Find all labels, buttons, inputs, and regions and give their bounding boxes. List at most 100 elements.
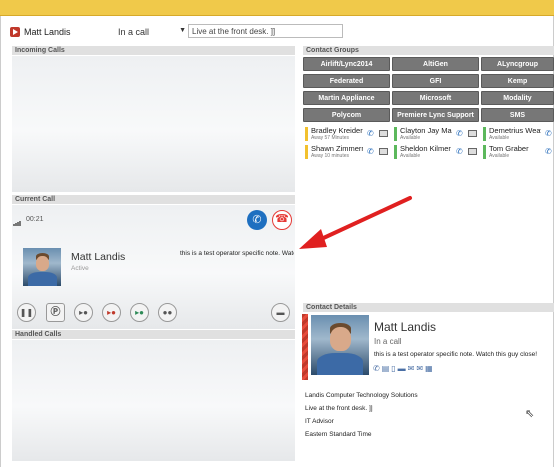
contact-group-button[interactable]: AltiGen [392, 57, 479, 71]
contact-location: Live at the front desk. ]] [305, 405, 373, 412]
contact-status: In a call [374, 337, 402, 346]
calendar-icon[interactable]: ▦ [425, 364, 435, 373]
contact-card[interactable]: Bradley Kreider Away 57 Minutes ✆ [305, 126, 393, 142]
contact-card[interactable]: Clayton Jay MartinAvailable ✆ [394, 126, 482, 142]
contact-card-icon[interactable] [468, 130, 477, 137]
mouse-cursor-icon: ⇖ [525, 408, 535, 420]
status-play-icon[interactable] [10, 27, 20, 37]
call-timer: 00:21 [26, 216, 44, 223]
contact-group-button[interactable]: ALyncgroup [481, 57, 554, 71]
caller-note: this is a test operator specific note. W… [180, 250, 294, 257]
transfer-icon: ▸● [79, 308, 88, 317]
phone-icon[interactable]: ✆ [367, 147, 374, 156]
contact-groups-title: Contact Groups [303, 46, 554, 55]
contact-group-button[interactable]: Martin Appliance [303, 91, 390, 105]
contact-group-button[interactable]: GFI [392, 74, 479, 88]
consult-transfer-button[interactable]: ▸● [130, 303, 149, 322]
contact-group-button[interactable]: SMS [481, 108, 554, 122]
personal-note-input[interactable] [188, 24, 343, 38]
contact-group-button[interactable]: Polycom [303, 108, 390, 122]
transfer-voicemail-icon: ▸● [107, 308, 116, 317]
contact-card-status: Available [489, 153, 510, 159]
contact-title: IT Advisor [305, 418, 334, 425]
contact-card-status: Away 57 Minutes [311, 135, 349, 141]
contact-card-name: Shawn Zimmerman [311, 144, 363, 153]
contact-avatar [311, 315, 369, 375]
presence-indicator [394, 145, 397, 159]
phone-icon: ✆ [252, 214, 262, 226]
caller-name: Matt Landis [71, 251, 126, 263]
vcard-icon[interactable]: ▤ [382, 364, 392, 373]
contact-group-button[interactable]: Premiere Lync Support [392, 108, 479, 122]
handled-calls-panel [12, 340, 295, 461]
user-name: Matt Landis [24, 27, 71, 37]
contact-card-name: Sheldon Kilmer [400, 144, 451, 153]
transfer-voicemail-button[interactable]: ▸● [102, 303, 121, 322]
phone-icon[interactable]: ✆ [456, 129, 463, 138]
chat-icon: ▬ [276, 308, 285, 317]
hold-button[interactable]: ❚❚ [17, 303, 36, 322]
caller-avatar [23, 248, 61, 286]
annotation-arrow [299, 196, 412, 249]
contact-card[interactable]: Shawn ZimmermanAway 10 minutes ✆ [305, 144, 393, 160]
presence-dropdown[interactable]: In a call ▼ [118, 27, 186, 37]
dropdown-arrow-icon: ▼ [179, 27, 186, 34]
contact-actions: ✆▤▯▬✉✉▦ [373, 364, 435, 373]
transfer-button[interactable]: ▸● [74, 303, 93, 322]
park-button[interactable]: Ⓟ [46, 303, 65, 322]
contact-card[interactable]: Demetrius WeaverAvailable ✆ [483, 126, 554, 142]
im-icon[interactable]: ▬ [398, 364, 408, 373]
presence-stripe [302, 314, 308, 380]
signal-icon [13, 217, 21, 226]
presence-indicator [305, 127, 308, 141]
contact-card-name: Bradley Kreider [311, 126, 363, 135]
contact-company: Landis Computer Technology Solutions [305, 392, 418, 399]
answer-button[interactable]: ✆ [247, 210, 267, 230]
incoming-calls-title: Incoming Calls [12, 46, 295, 55]
phone-icon[interactable]: ✆ [367, 129, 374, 138]
contact-card-name: Tom Graber [489, 144, 529, 153]
conference-button[interactable]: ●● [158, 303, 177, 322]
pause-icon: ❚❚ [19, 308, 34, 317]
conference-icon: ●● [162, 308, 173, 317]
contact-details-title: Contact Details [303, 303, 554, 312]
caller-status: Active [71, 265, 89, 272]
phone-icon[interactable]: ✆ [456, 147, 463, 156]
contact-card-status: Available [400, 135, 421, 141]
contact-card[interactable]: Sheldon Kilmer Available ✆ [394, 144, 482, 160]
contact-card-status: Available [489, 135, 510, 141]
contact-timezone: Eastern Standard Time [305, 431, 372, 438]
contact-group-button[interactable]: Kemp [481, 74, 554, 88]
park-icon: Ⓟ [50, 307, 61, 318]
contact-card-name: Demetrius Weaver [489, 126, 541, 135]
contact-card-name: Clayton Jay Martin [400, 126, 452, 135]
phone-icon[interactable]: ✆ [545, 129, 552, 138]
contact-card-status: Away 10 minutes [311, 153, 349, 159]
hangup-button[interactable]: ☎ [272, 210, 292, 230]
contact-card-icon[interactable] [468, 148, 477, 155]
incoming-calls-panel [12, 56, 295, 192]
presence-indicator [305, 145, 308, 159]
current-call-title: Current Call [12, 195, 295, 204]
contact-name: Matt Landis [374, 320, 437, 334]
contact-card-icon[interactable] [379, 148, 388, 155]
handled-calls-title: Handled Calls [12, 330, 295, 339]
contact-group-button[interactable]: Microsoft [392, 91, 479, 105]
contact-card-icon[interactable] [379, 130, 388, 137]
hangup-icon: ☎ [275, 213, 289, 225]
contact-group-button[interactable]: Federated [303, 74, 390, 88]
consult-transfer-icon: ▸● [135, 308, 144, 317]
presence-indicator [483, 145, 486, 159]
contact-note: this is a test operator specific note. W… [374, 351, 538, 358]
call-icon[interactable]: ✆ [373, 364, 382, 373]
contact-group-button[interactable]: Airlift/Lync2014 [303, 57, 390, 71]
contact-card-status: Available [400, 153, 421, 159]
contact-card[interactable]: Tom Graber Available ✆ [483, 144, 554, 160]
contact-group-button[interactable]: Modality [481, 91, 554, 105]
phone-icon[interactable]: ✆ [545, 147, 552, 156]
window-title-bar [0, 0, 554, 16]
presence-indicator [394, 127, 397, 141]
email-alt-icon[interactable]: ✉ [416, 364, 425, 373]
presence-indicator [483, 127, 486, 141]
chat-button[interactable]: ▬ [271, 303, 290, 322]
